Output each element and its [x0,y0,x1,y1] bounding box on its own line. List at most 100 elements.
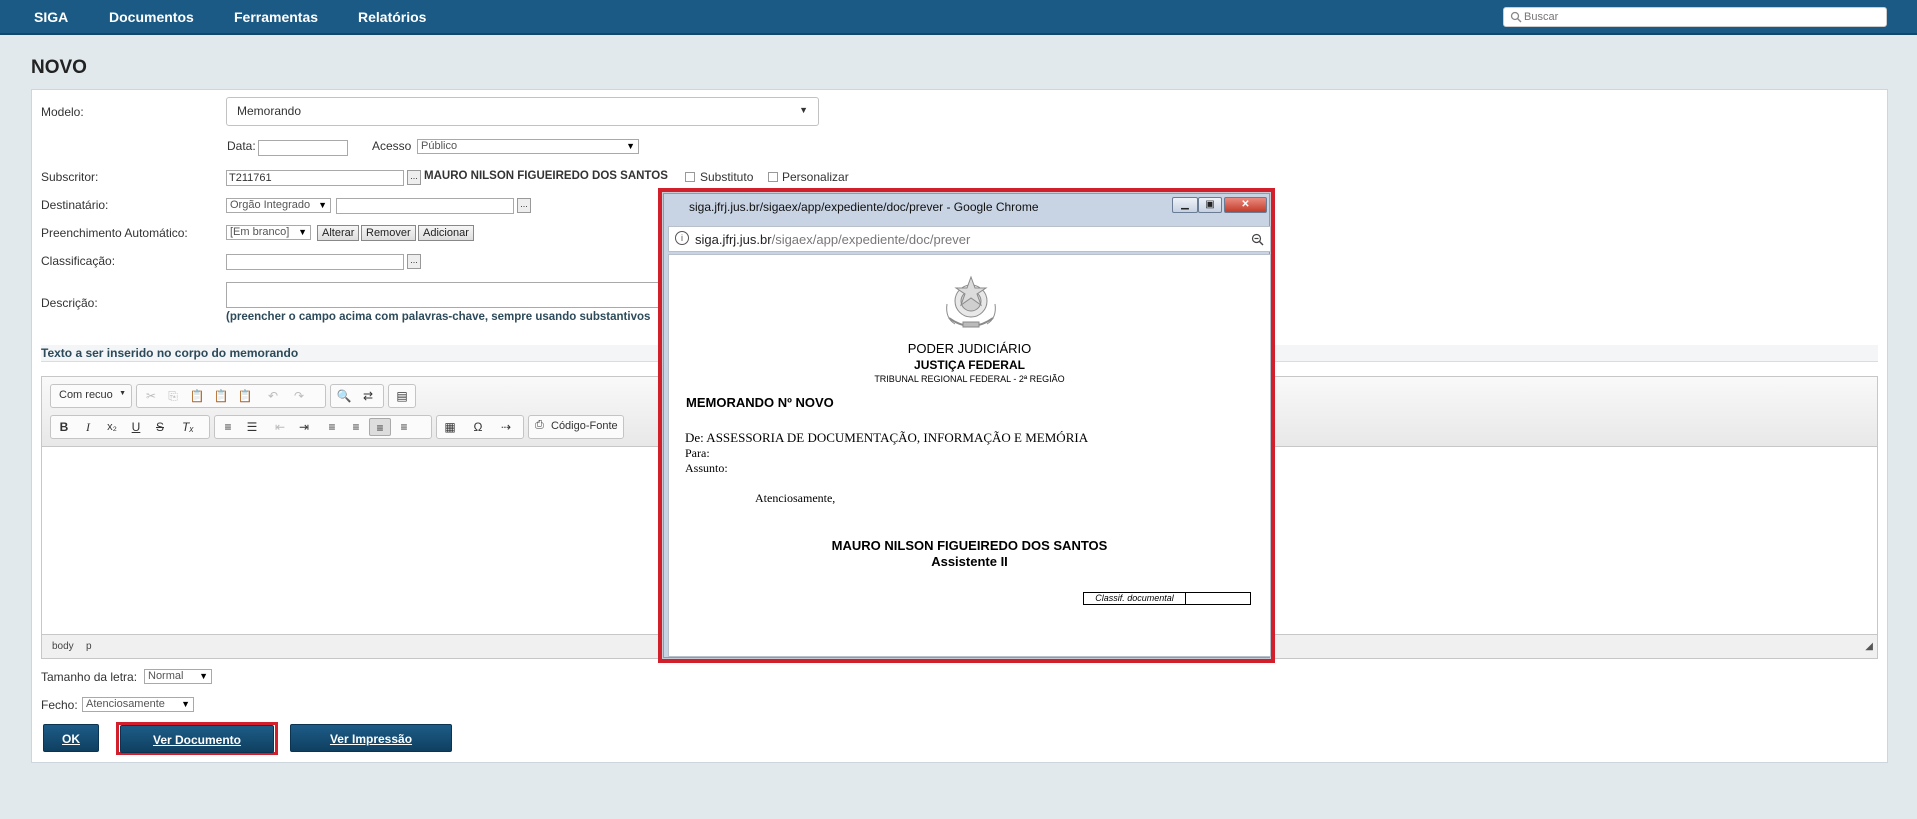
close-icon[interactable]: ✕ [1224,197,1267,213]
classificacao-input[interactable] [226,254,404,270]
tamanho-label: Tamanho da letra: [41,670,138,684]
remover-button[interactable]: Remover [361,225,416,241]
ver-impressao-button[interactable]: Ver Impressão [290,724,452,752]
url-path: /sigaex/app/expediente/doc/prever [771,232,971,247]
brasao-seal-icon [946,275,996,328]
chevron-down-icon: ▼ [799,105,808,115]
chevron-down-icon: ▼ [318,200,327,210]
underline-icon[interactable]: U [125,418,147,436]
modelo-select[interactable]: Memorando ▼ [226,97,819,126]
substituto-label: Substituto [700,170,754,184]
path-body[interactable]: body [52,641,74,652]
italic-icon[interactable]: I [77,418,99,436]
source-label: Código-Fonte [551,420,618,432]
fecho-label: Fecho: [41,698,78,712]
replace-icon[interactable]: ⇄ [357,387,379,405]
ok-button[interactable]: OK [43,724,99,752]
personalizar-label: Personalizar [782,170,849,184]
subscritor-lookup-button[interactable]: ... [407,170,421,185]
doc-fecho: Atenciosamente, [755,491,836,505]
outdent-icon[interactable]: ⇤ [269,418,291,436]
acesso-select[interactable]: Público ▼ [417,139,639,154]
destinatario-input[interactable] [336,198,514,214]
doc-assunto: Assunto: [685,461,728,475]
numbered-list-icon[interactable]: ≡ [217,418,239,436]
page-break-group: ▤ [388,384,416,408]
format-combo-label: Com recuo [59,389,113,401]
subscript-icon[interactable]: x₂ [101,418,123,436]
preenchimento-label: Preenchimento Automático: [41,226,188,240]
source-button[interactable]: ⎙ Código-Fonte [528,415,624,439]
descricao-input[interactable] [226,282,666,308]
fecho-select[interactable]: Atenciosamente ▼ [82,697,194,712]
popup-url: siga.jfrj.jus.br/sigaex/app/expediente/d… [695,232,970,247]
cut-icon[interactable]: ✂ [140,387,162,405]
preenchimento-select[interactable]: [Em branco] ▼ [226,225,311,240]
paste-text-icon[interactable]: 📋 [210,387,232,405]
preenchimento-value: [Em branco] [230,226,290,238]
popup-url-bar[interactable]: i siga.jfrj.jus.br/sigaex/app/expediente… [668,226,1271,252]
info-icon[interactable]: i [675,231,689,245]
zoom-out-icon[interactable] [1251,233,1264,246]
find-icon[interactable]: 🔍 [333,387,355,405]
bold-icon[interactable]: B [53,418,75,436]
chevron-down-icon: ▼ [119,390,126,397]
align-right-icon[interactable]: ≡ [393,418,415,436]
insert-field-icon[interactable]: ⇢ [495,418,517,436]
search-input[interactable] [1524,9,1882,25]
ver-documento-highlight: Ver Documento [116,722,278,755]
doc-classif-box: Classif. documental [1083,592,1251,605]
align-center-icon[interactable]: ≡ [345,418,367,436]
bullet-list-icon[interactable]: ☰ [241,418,263,436]
adicionar-button[interactable]: Adicionar [418,225,474,241]
paragraph-group: ≡ ☰ ⇤ ⇥ ≡ ≡ ≡ ≡ [214,415,432,439]
nav-ferramentas[interactable]: Ferramentas [234,0,318,35]
minimize-icon[interactable]: ▁ [1172,197,1198,213]
align-left-icon[interactable]: ≡ [321,418,343,436]
doc-para: Para: [685,446,710,460]
popup-titlebar[interactable]: siga.jfrj.jus.br/sigaex/app/expediente/d… [664,194,1269,222]
substituto-checkbox[interactable] [685,172,695,182]
align-justify-icon[interactable]: ≡ [369,418,391,436]
table-icon[interactable]: ▦ [439,418,461,436]
undo-icon[interactable]: ↶ [262,387,284,405]
texto-section-label: Texto a ser inserido no corpo do memoran… [41,346,299,360]
data-label: Data: [227,139,256,153]
tamanho-select[interactable]: Normal ▼ [144,669,212,684]
maximize-icon[interactable]: ▣ [1198,197,1222,213]
copy-icon[interactable]: ⎘ [162,387,184,405]
remove-format-icon[interactable]: Tₓ [177,418,199,436]
alterar-button[interactable]: Alterar [317,225,360,241]
nav-relatorios[interactable]: Relatórios [358,0,426,35]
popup-title: siga.jfrj.jus.br/sigaex/app/expediente/d… [689,200,1039,214]
doc-classif-label: Classif. documental [1084,593,1186,604]
classificacao-lookup-button[interactable]: ... [407,254,421,269]
paste-icon[interactable]: 📋 [186,387,208,405]
format-combo[interactable]: Com recuo ▼ [50,384,132,408]
data-input[interactable] [258,140,348,156]
path-p[interactable]: p [86,641,92,652]
personalizar-checkbox[interactable] [768,172,778,182]
descricao-hint: (preencher o campo acima com palavras-ch… [226,311,651,323]
special-char-icon[interactable]: Ω [467,418,489,436]
chevron-down-icon: ▼ [181,699,190,709]
paste-word-icon[interactable]: 📋 [234,387,256,405]
document-preview: PODER JUDICIÁRIO JUSTIÇA FEDERAL TRIBUNA… [668,254,1271,657]
redo-icon[interactable]: ↷ [288,387,310,405]
strikethrough-icon[interactable]: S [149,418,171,436]
chevron-down-icon: ▼ [199,671,208,681]
nav-documentos[interactable]: Documentos [109,0,194,35]
search-box[interactable] [1503,7,1887,27]
page-break-icon[interactable]: ▤ [391,387,413,405]
resize-handle-icon[interactable]: ◢ [1865,641,1873,652]
top-navbar: SIGA Documentos Ferramentas Relatórios [0,0,1917,35]
subscritor-input[interactable]: T211761 [226,170,404,186]
destinatario-lookup-button[interactable]: ... [517,198,531,213]
text-style-group: B I x₂ U S Tₓ [50,415,210,439]
doc-de: De: ASSESSORIA DE DOCUMENTAÇÃO, INFORMAÇ… [685,430,1089,445]
nav-siga[interactable]: SIGA [34,0,68,35]
indent-icon[interactable]: ⇥ [293,418,315,436]
destinatario-type-select[interactable]: Orgão Integrado ▼ [226,198,331,213]
ver-documento-button[interactable]: Ver Documento [120,725,274,753]
subscritor-name: MAURO NILSON FIGUEIREDO DOS SANTOS [424,170,668,182]
